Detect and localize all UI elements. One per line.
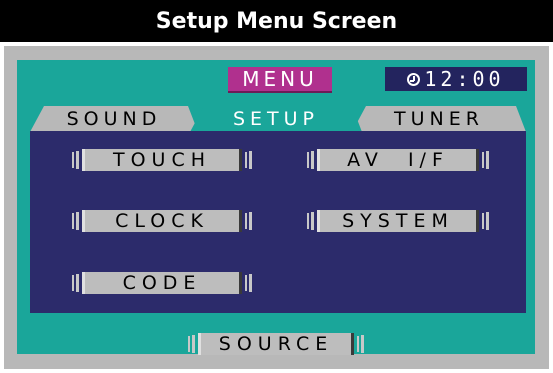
clock-display: 12:00 xyxy=(385,67,527,91)
grip-right-icon xyxy=(482,151,489,169)
grip-right-icon xyxy=(245,151,252,169)
code-button-label: CODE xyxy=(82,272,242,294)
grip-right-icon xyxy=(245,212,252,230)
source-button-label: SOURCE xyxy=(198,333,354,355)
tab-bar: SOUND TUNER SETUP xyxy=(30,106,526,132)
grip-left-icon xyxy=(72,274,79,292)
tab-tuner-label: TUNER xyxy=(394,108,484,130)
tab-setup-label: SETUP xyxy=(232,108,320,130)
source-button[interactable]: SOURCE xyxy=(188,333,364,355)
tab-sound-label: SOUND xyxy=(66,108,162,130)
clock-icon xyxy=(407,72,421,86)
tab-sound[interactable]: SOUND xyxy=(30,106,198,132)
tab-setup[interactable]: SETUP xyxy=(190,106,362,132)
clock-button[interactable]: CLOCK xyxy=(72,210,252,232)
touch-button[interactable]: TOUCH xyxy=(72,149,252,171)
clock-button-label: CLOCK xyxy=(82,210,242,232)
grip-left-icon xyxy=(307,151,314,169)
grip-right-icon xyxy=(482,212,489,230)
title-bar: Setup Menu Screen xyxy=(0,0,553,42)
page-title: Setup Menu Screen xyxy=(155,8,398,34)
grip-right-icon xyxy=(357,335,364,353)
system-button-label: SYSTEM xyxy=(317,210,479,232)
grip-right-icon xyxy=(245,274,252,292)
code-button[interactable]: CODE xyxy=(72,272,252,294)
tab-tuner[interactable]: TUNER xyxy=(352,106,526,132)
grip-left-icon xyxy=(188,335,195,353)
av-if-button-label: AV I/F xyxy=(317,149,479,171)
clock-time: 12:00 xyxy=(424,67,505,91)
av-if-button[interactable]: AV I/F xyxy=(307,149,489,171)
menu-label: MENU xyxy=(228,67,332,93)
touch-button-label: TOUCH xyxy=(82,149,242,171)
system-button[interactable]: SYSTEM xyxy=(307,210,489,232)
grip-left-icon xyxy=(72,151,79,169)
grip-left-icon xyxy=(72,212,79,230)
grip-left-icon xyxy=(307,212,314,230)
